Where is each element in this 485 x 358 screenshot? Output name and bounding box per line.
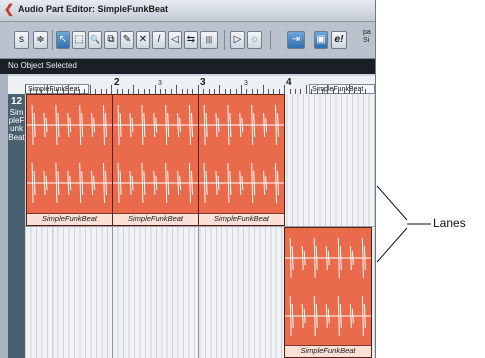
waveform — [199, 104, 284, 204]
ruler-tick — [25, 85, 26, 94]
ruler-tick — [111, 85, 113, 94]
autoscroll-icon: ▣ — [316, 34, 326, 45]
window-title: Audio Part Editor: SimpleFunkBeat — [18, 4, 169, 14]
left-gutter — [0, 74, 8, 358]
range-select-icon: ⬚ — [74, 34, 84, 45]
ruler-tick — [284, 85, 286, 94]
track-number: 12 — [10, 96, 23, 107]
toolbar-partial-label-2: Si — [363, 37, 370, 44]
arrow-select-icon: ↖ — [58, 34, 68, 45]
track-strip[interactable]: 12 SimpleFunkBeat — [8, 94, 25, 358]
glue-icon: ⧉ — [107, 34, 115, 45]
draw-icon: ✎ — [122, 34, 132, 45]
ruler-tick — [154, 85, 156, 94]
zoom-tool[interactable]: 🔍 — [88, 31, 102, 49]
lanes-callout-label: Lanes — [433, 216, 466, 230]
audio-event[interactable]: SimpleFunkBeat — [112, 94, 199, 226]
waveform — [27, 104, 112, 204]
track-name: SimpleFunkBeat — [8, 108, 25, 142]
erase-tool[interactable]: ✕ — [136, 31, 150, 49]
play-button[interactable]: ▷ — [230, 31, 245, 49]
waveform — [285, 237, 371, 337]
loop-button[interactable]: ◌ — [247, 31, 262, 49]
edit-icon: e! — [334, 34, 344, 45]
ruler-tick — [349, 85, 350, 94]
scrub-tool[interactable]: ⇆ — [184, 31, 198, 49]
ruler-tick — [133, 85, 134, 94]
object-select-tool[interactable]: ↖ — [56, 31, 70, 49]
event-display[interactable]: SimpleFunkBeat SimpleFunkBeat SimpleFunk… — [25, 94, 375, 358]
autoscroll-button[interactable]: ▣ — [314, 31, 328, 49]
scrub-icon: ⇆ — [186, 34, 196, 45]
ruler-tick — [219, 85, 221, 94]
play-tool[interactable]: ◁ — [168, 31, 182, 49]
ruler-bar-number: 3 — [200, 77, 206, 88]
ruler-tick — [176, 85, 178, 94]
show-info-button[interactable]: ≑ — [33, 31, 48, 49]
s-badge-icon: s — [19, 34, 24, 45]
play-icon: ▷ — [233, 34, 242, 45]
ruler-tick — [197, 85, 199, 94]
ruler-tick — [89, 85, 91, 94]
ruler-tick — [241, 85, 242, 94]
cubase-logo-icon: ❮ — [4, 2, 15, 16]
time-ruler[interactable]: SimpleFunkBeat 2 3 3 3 4 SimpleFunkBeat — [8, 76, 375, 95]
glue-tool[interactable]: ⧉ — [104, 31, 118, 49]
solo-editor-button[interactable]: s — [14, 31, 29, 49]
toolbar-separator — [224, 30, 225, 50]
event-name: SimpleFunkBeat — [113, 213, 198, 225]
ruler-beat-number: 3 — [158, 80, 162, 87]
ruler-tick — [68, 85, 70, 94]
ruler-tick — [305, 85, 307, 94]
ruler-tick — [327, 85, 329, 94]
waveform — [113, 104, 198, 204]
snap-icon: ⇥ — [291, 34, 301, 45]
event-name: SimpleFunkBeat — [27, 213, 112, 225]
zoom-icon: 🔍 — [90, 35, 100, 44]
audio-event[interactable]: SimpleFunkBeat — [26, 94, 113, 226]
pencil-icon: / — [157, 34, 161, 45]
grid-icon: ||| — [205, 35, 213, 44]
snap-button[interactable]: ⇥ — [287, 31, 305, 49]
loop-icon: ◌ — [251, 34, 258, 45]
ruler-bar-number: 2 — [114, 77, 120, 88]
ruler-bar-number: 4 — [286, 77, 292, 88]
audio-event[interactable]: SimpleFunkBeat — [284, 227, 372, 358]
ruler-tick — [46, 85, 48, 94]
sliders-icon: ≑ — [36, 34, 45, 45]
event-name: SimpleFunkBeat — [199, 213, 284, 225]
toolbar-separator — [270, 30, 271, 50]
draw-tool[interactable]: ✎ — [120, 31, 134, 49]
event-name: SimpleFunkBeat — [285, 345, 371, 357]
toolbar-partial-label-1: pa — [363, 29, 371, 36]
ruler-beat-number: 3 — [244, 80, 248, 87]
grid-tool[interactable]: ||| — [200, 31, 218, 49]
line-tool[interactable]: / — [152, 31, 166, 49]
erase-icon: ✕ — [138, 34, 148, 45]
ruler-tick — [262, 85, 264, 94]
selection-status: No Object Selected — [8, 61, 77, 70]
audio-part-editor-window: ❮ Audio Part Editor: SimpleFunkBeat s ≑ … — [0, 0, 376, 358]
speaker-icon: ◁ — [171, 34, 179, 45]
title-bar[interactable]: ❮ Audio Part Editor: SimpleFunkBeat — [0, 0, 375, 22]
range-select-tool[interactable]: ⬚ — [72, 31, 86, 49]
toolbar-separator — [52, 30, 53, 50]
edit-button[interactable]: e! — [331, 31, 347, 49]
info-line: No Object Selected — [0, 59, 375, 74]
audio-event[interactable]: SimpleFunkBeat — [198, 94, 285, 226]
toolbar: s ≑ ↖ ⬚ 🔍 ⧉ ✎ ✕ / ◁ ⇆ ||| ▷ ◌ ⇥ ▣ e! pa … — [0, 22, 375, 59]
lanes-callout-bracket — [376, 185, 431, 263]
